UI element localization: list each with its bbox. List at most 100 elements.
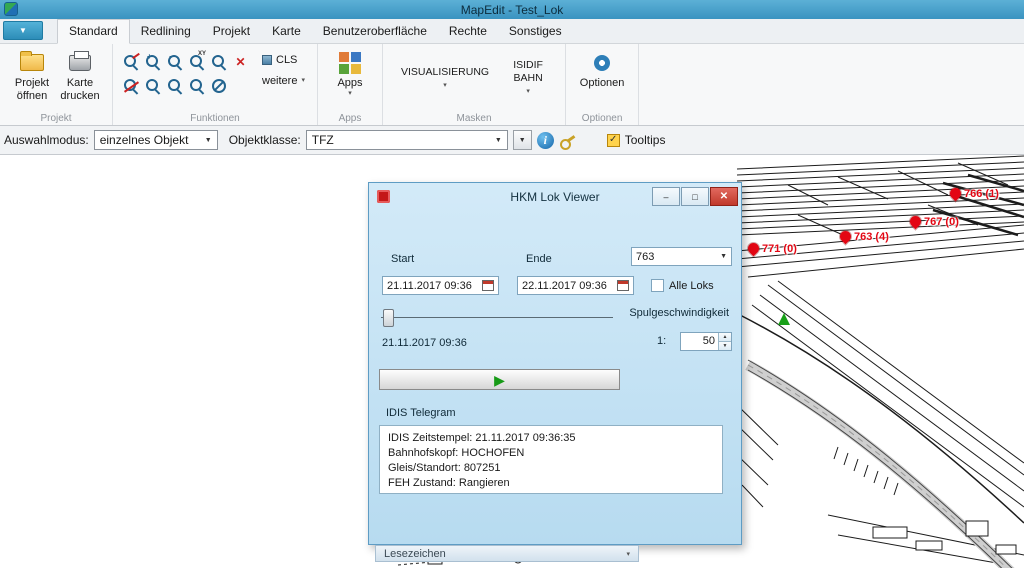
map-pin-icon [838, 229, 854, 245]
chevron-down-icon: ▼ [716, 253, 727, 260]
ribbon-tab-row: ▼ Standard Redlining Projekt Karte Benut… [0, 19, 1024, 44]
zoom-object-icon [211, 54, 227, 70]
weitere-button[interactable]: weitere ▾ [258, 73, 309, 89]
zoom-full-button[interactable] [187, 76, 206, 95]
tab-benutzeroberflaeche[interactable]: Benutzeroberfläche [312, 20, 438, 43]
group-label-apps: Apps [318, 113, 382, 124]
ribbon: Projekt öffnen Karte drucken Projekt + −… [0, 44, 1024, 126]
zoom-next-icon [167, 78, 183, 94]
minimize-button[interactable]: – [652, 187, 680, 206]
calendar-icon[interactable] [482, 280, 494, 291]
speed-value: 50 [681, 333, 718, 350]
speed-stepper[interactable]: 50 ▲ ▼ [680, 332, 732, 351]
objektklasse-dropdown-button[interactable]: ▼ [513, 130, 532, 150]
timeline-slider[interactable] [381, 309, 613, 327]
chevron-down-icon: ▾ [443, 82, 447, 90]
ribbon-group-funktionen: + − XY ✕ CLS weitere ▾ [113, 44, 318, 125]
zoom-back-button[interactable] [121, 76, 140, 95]
position-time-value: 21.11.2017 09:36 [382, 337, 467, 349]
checkbox-unchecked-icon [651, 279, 664, 292]
zoom-out-button[interactable]: − [165, 52, 184, 71]
ribbon-group-apps: Apps ▾ Apps [318, 44, 383, 125]
zoom-previous-icon [145, 78, 161, 94]
circle-slash-icon [212, 79, 226, 93]
open-folder-icon [20, 54, 44, 71]
telegram-line: Gleis/Standort: 807251 [388, 461, 714, 476]
key-button[interactable] [559, 132, 576, 149]
lesezeichen-panel-header[interactable]: Lesezeichen ▾ [375, 545, 639, 562]
info-icon: i [544, 133, 547, 148]
objektklasse-input[interactable]: TFZ ▼ [306, 130, 508, 150]
stepper-up-button[interactable]: ▲ [719, 333, 731, 342]
chevron-down-icon: ▾ [626, 550, 630, 558]
chevron-down-icon: ▾ [348, 90, 352, 98]
projekt-oeffnen-button[interactable]: Projekt öffnen [8, 47, 56, 105]
lok-marker-771[interactable]: 771 (0) [748, 243, 797, 255]
auswahlmodus-select[interactable]: einzelnes Objekt ▼ [94, 130, 218, 150]
cancel-action-button[interactable] [209, 76, 228, 95]
zoom-coordinates-button[interactable]: XY [187, 52, 206, 71]
start-date-input[interactable]: 21.11.2017 09:36 [382, 276, 499, 295]
chevron-up-icon: ▲ [723, 334, 728, 340]
optionen-button[interactable]: Optionen [574, 47, 630, 93]
lok-marker-766[interactable]: 766 (1) [950, 188, 999, 200]
tooltips-label: Tooltips [625, 133, 666, 147]
chevron-down-icon: ▼ [489, 137, 502, 144]
ribbon-group-masken: VISUALISIERUNG ▾ ISIDIF BAHN ▾ Masken [383, 44, 566, 125]
delete-selection-button[interactable]: ✕ [231, 52, 250, 71]
tab-standard[interactable]: Standard [57, 19, 130, 44]
slider-track [381, 317, 613, 318]
hkm-lok-viewer-dialog: HKM Lok Viewer – □ ✕ Start Ende 763 ▼ 21… [368, 182, 742, 545]
tab-redlining[interactable]: Redlining [130, 20, 202, 43]
minimize-icon: – [663, 192, 668, 202]
hkm-logo-icon [377, 190, 390, 203]
dialog-titlebar[interactable]: HKM Lok Viewer – □ ✕ [369, 183, 741, 210]
info-button[interactable]: i [537, 132, 554, 149]
calendar-icon[interactable] [617, 280, 629, 291]
zoom-window-button[interactable] [121, 52, 140, 71]
chevron-down-icon: ▼ [519, 137, 526, 144]
chevron-down-icon: ▼ [723, 343, 728, 349]
ende-date-input[interactable]: 22.11.2017 09:36 [517, 276, 634, 295]
maximize-button[interactable]: □ [681, 187, 709, 206]
spulgeschwindigkeit-label: Spulgeschwindigkeit [629, 307, 729, 319]
apps-button[interactable]: Apps ▾ [326, 47, 374, 101]
chevron-down-icon: ▼ [19, 26, 27, 35]
cls-button[interactable]: CLS [258, 52, 309, 68]
group-label-funktionen: Funktionen [113, 113, 317, 124]
alle-loks-checkbox[interactable]: Alle Loks [651, 279, 714, 292]
zoom-in-button[interactable]: + [143, 52, 162, 71]
zoom-previous-button[interactable] [143, 76, 162, 95]
file-menu-button[interactable]: ▼ [3, 21, 43, 40]
tab-karte[interactable]: Karte [261, 20, 312, 43]
lok-select[interactable]: 763 ▼ [631, 247, 732, 266]
lok-marker-767[interactable]: 767 (0) [910, 216, 959, 228]
idis-telegram-box: IDIS Zeitstempel: 21.11.2017 09:36:35 Ba… [379, 425, 723, 494]
telegram-line: FEH Zustand: Rangieren [388, 476, 714, 491]
maximize-icon: □ [692, 192, 697, 202]
stepper-down-button[interactable]: ▼ [719, 342, 731, 350]
zoom-object-button[interactable] [209, 52, 228, 71]
map-pin-icon [746, 241, 762, 257]
play-button[interactable]: ▶ [379, 369, 620, 390]
telegram-line: IDIS Zeitstempel: 21.11.2017 09:36:35 [388, 431, 714, 446]
lok-marker-763[interactable]: 763 (4) [840, 231, 889, 243]
cls-icon [262, 55, 272, 65]
group-label-optionen: Optionen [566, 113, 638, 124]
window-titlebar[interactable]: MapEdit - Test_Lok [0, 0, 1024, 19]
visualisierung-button[interactable]: VISUALISIERUNG ▾ [391, 47, 499, 109]
zoom-next-button[interactable] [165, 76, 184, 95]
isidif-bahn-button[interactable]: ISIDIF BAHN ▾ [499, 47, 557, 109]
slider-thumb[interactable] [383, 309, 394, 327]
red-x-icon: ✕ [235, 55, 245, 69]
tooltips-checkbox[interactable]: ✓ Tooltips [607, 133, 666, 147]
tab-rechte[interactable]: Rechte [438, 20, 498, 43]
tab-sonstiges[interactable]: Sonstiges [498, 20, 573, 43]
ribbon-group-projekt: Projekt öffnen Karte drucken Projekt [0, 44, 113, 125]
apps-grid-icon [339, 52, 361, 74]
start-label: Start [391, 253, 414, 265]
close-button[interactable]: ✕ [710, 187, 738, 206]
tab-projekt[interactable]: Projekt [202, 20, 261, 43]
karte-drucken-button[interactable]: Karte drucken [56, 47, 104, 105]
app-icon [4, 2, 18, 16]
